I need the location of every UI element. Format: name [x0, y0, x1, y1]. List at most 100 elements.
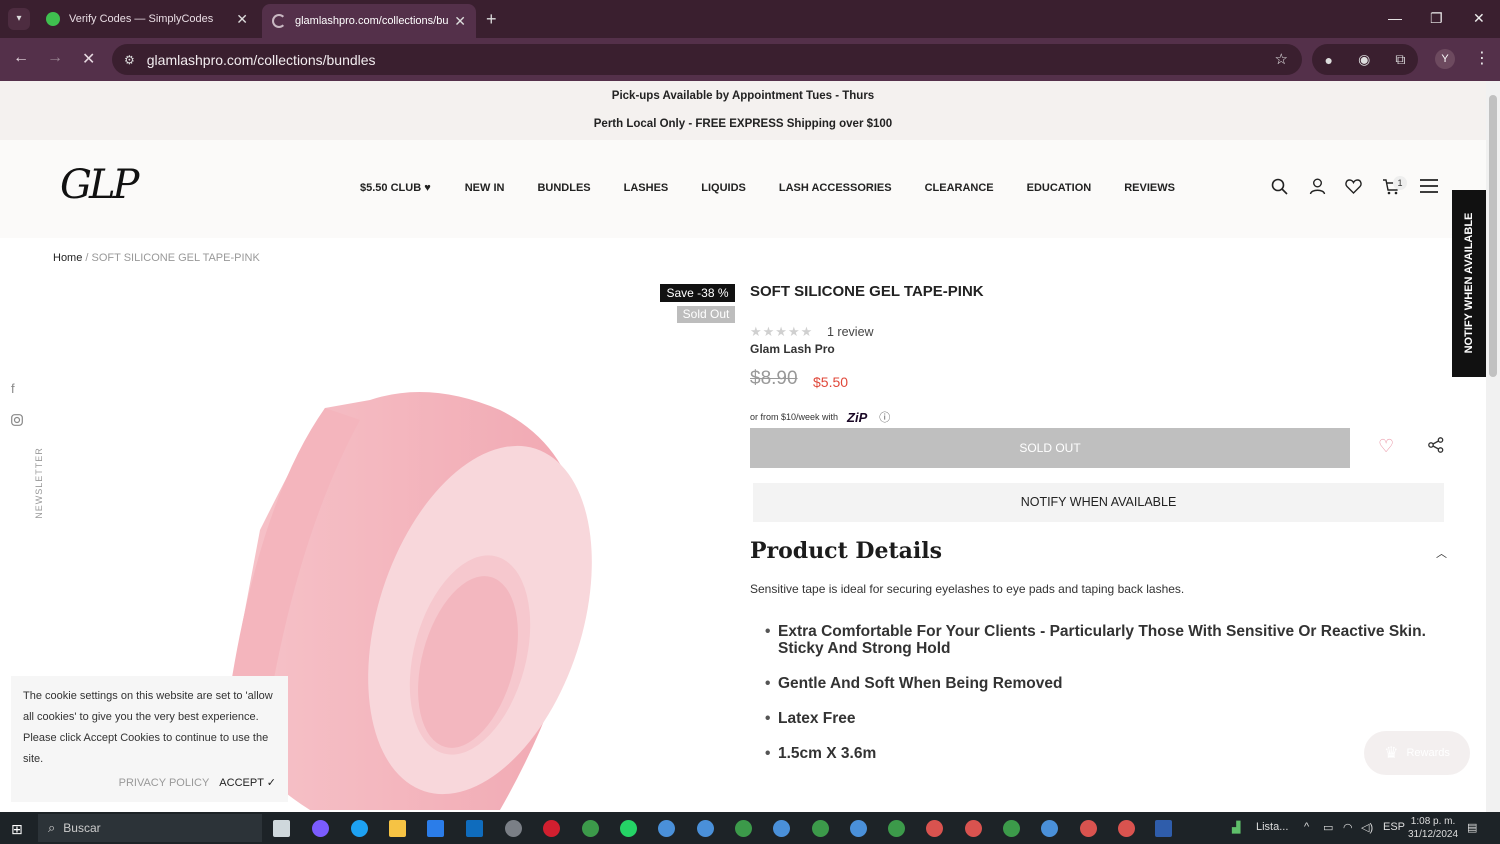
- chrome-icon[interactable]: [582, 820, 599, 837]
- chrome-profile-icon[interactable]: [1041, 820, 1058, 837]
- tab-glamlashpro[interactable]: glamlashpro.com/collections/bundles ✕: [262, 4, 476, 38]
- review-count[interactable]: 1 review: [827, 325, 874, 339]
- wishlist-heart-icon[interactable]: [1345, 178, 1362, 200]
- zip-payment-info: or from $10/week with ZiP ⓘ: [750, 409, 890, 425]
- file-explorer-icon[interactable]: [389, 820, 406, 837]
- chrome-profile-icon[interactable]: [735, 820, 752, 837]
- sold-out-badge: Sold Out: [677, 306, 735, 323]
- tab-search-button[interactable]: ▾: [8, 8, 30, 30]
- notify-tab-label: NOTIFY WHEN AVAILABLE: [1463, 212, 1475, 354]
- new-tab-button[interactable]: +: [486, 8, 497, 30]
- chrome-profile-icon[interactable]: [658, 820, 675, 837]
- store-icon[interactable]: [427, 820, 444, 837]
- windows-start-icon[interactable]: ⊞: [11, 821, 23, 838]
- restore-icon[interactable]: ❐: [1430, 10, 1443, 27]
- copilot-icon[interactable]: [312, 820, 329, 837]
- site-logo[interactable]: GLP: [60, 162, 139, 208]
- outlook-icon[interactable]: [466, 820, 483, 837]
- sold-out-button[interactable]: SOLD OUT: [750, 428, 1350, 468]
- close-tab-icon[interactable]: ✕: [236, 11, 248, 28]
- forward-icon[interactable]: →: [47, 49, 63, 67]
- main-nav: $5.50 CLUB ♥ NEW IN BUNDLES LASHES LIQUI…: [360, 182, 1175, 194]
- rating-stars[interactable]: ★★★★★: [750, 324, 813, 340]
- taskbar-search[interactable]: ⌕ Buscar: [38, 814, 262, 842]
- privacy-policy-link[interactable]: PRIVACY POLICY: [119, 773, 210, 794]
- nav-item-bundles[interactable]: BUNDLES: [537, 182, 590, 194]
- clock[interactable]: 1:08 p. m. 31/12/2024: [1408, 815, 1458, 841]
- battery-icon[interactable]: ▭: [1323, 821, 1333, 834]
- hamburger-menu-icon[interactable]: [1420, 178, 1438, 198]
- notify-when-available-tab[interactable]: NOTIFY WHEN AVAILABLE: [1452, 190, 1486, 377]
- language-indicator[interactable]: ESP: [1383, 821, 1405, 833]
- facebook-icon[interactable]: f: [11, 381, 15, 396]
- back-icon[interactable]: ←: [13, 49, 29, 67]
- wifi-icon[interactable]: ◠: [1343, 821, 1353, 834]
- newsletter-link[interactable]: NEWSLETTER: [34, 447, 44, 519]
- simplycodes-favicon-icon: [46, 12, 60, 26]
- chrome-profile-icon[interactable]: [1080, 820, 1097, 837]
- profile-avatar[interactable]: Y: [1435, 49, 1455, 69]
- chrome-profile-icon[interactable]: [697, 820, 714, 837]
- chrome-profile-icon[interactable]: [926, 820, 943, 837]
- address-bar-row: ← → ✕ ⚙ glamlashpro.com/collections/bund…: [0, 38, 1500, 81]
- announcement-line: Pick-ups Available by Appointment Tues -…: [611, 90, 875, 102]
- chrome-profile-icon[interactable]: [850, 820, 867, 837]
- stocks-icon[interactable]: ▟: [1232, 821, 1240, 834]
- scrollbar-thumb[interactable]: [1489, 95, 1497, 377]
- accept-cookies-button[interactable]: ACCEPT ✓: [219, 773, 276, 794]
- stop-loading-icon[interactable]: ✕: [82, 49, 95, 69]
- rewards-button[interactable]: ♛ Rewards: [1364, 731, 1470, 775]
- task-view-icon[interactable]: [273, 820, 290, 837]
- add-to-wishlist-heart-icon[interactable]: ♡: [1378, 436, 1394, 457]
- nav-item-club[interactable]: $5.50 CLUB ♥: [360, 182, 431, 194]
- opera-icon[interactable]: [543, 820, 560, 837]
- nav-item-new-in[interactable]: NEW IN: [465, 182, 505, 194]
- chrome-profile-icon[interactable]: [1118, 820, 1135, 837]
- url-text[interactable]: glamlashpro.com/collections/bundles: [147, 52, 376, 68]
- chrome-profile-icon[interactable]: [888, 820, 905, 837]
- nav-item-reviews[interactable]: REVIEWS: [1124, 182, 1175, 194]
- close-window-icon[interactable]: ✕: [1473, 10, 1485, 27]
- chrome-profile-icon[interactable]: [812, 820, 829, 837]
- stocks-widget-label[interactable]: Lista...: [1256, 821, 1288, 833]
- sale-price: $5.50: [813, 374, 849, 390]
- site-info-icon[interactable]: ⚙: [124, 53, 135, 67]
- account-icon[interactable]: [1309, 178, 1326, 200]
- announcement-line: Perth Local Only - FREE EXPRESS Shipping…: [593, 118, 893, 130]
- omnibox[interactable]: ⚙ glamlashpro.com/collections/bundles ☆: [112, 44, 1302, 75]
- search-icon[interactable]: [1271, 178, 1288, 200]
- nav-item-liquids[interactable]: LIQUIDS: [701, 182, 746, 194]
- share-icon[interactable]: [1428, 437, 1444, 458]
- breadcrumb-home[interactable]: Home: [53, 252, 82, 264]
- nav-item-lashes[interactable]: LASHES: [624, 182, 669, 194]
- notifications-icon[interactable]: ▤: [1467, 821, 1477, 834]
- chrome-profile-icon[interactable]: [773, 820, 790, 837]
- instagram-icon[interactable]: [11, 414, 23, 429]
- nav-item-lash-accessories[interactable]: LASH ACCESSORIES: [779, 182, 892, 194]
- pen-app-icon[interactable]: [1155, 820, 1172, 837]
- close-tab-icon[interactable]: ✕: [454, 13, 466, 30]
- bookmark-star-icon[interactable]: ☆: [1275, 50, 1288, 68]
- browser-menu-icon[interactable]: ⋮: [1474, 48, 1490, 68]
- app-icon[interactable]: [505, 820, 522, 837]
- puzzle-icon[interactable]: ⧉: [1395, 51, 1405, 68]
- volume-icon[interactable]: ◁): [1361, 821, 1373, 834]
- edge-icon[interactable]: [351, 820, 368, 837]
- chrome-profile-icon[interactable]: [1003, 820, 1020, 837]
- whatsapp-icon[interactable]: [620, 820, 637, 837]
- chevron-up-icon[interactable]: ^: [1304, 821, 1309, 833]
- product-description: Sensitive tape is ideal for securing eye…: [750, 582, 1185, 596]
- minimize-icon[interactable]: —: [1388, 10, 1402, 26]
- crown-icon: ♛: [1384, 745, 1399, 762]
- notify-when-available-button[interactable]: NOTIFY WHEN AVAILABLE: [753, 483, 1444, 522]
- nav-item-clearance[interactable]: CLEARANCE: [925, 182, 994, 194]
- extension-icon[interactable]: ●: [1325, 52, 1333, 68]
- product-details-heading[interactable]: Product Details: [750, 538, 942, 564]
- tab-simplycodes[interactable]: Verify Codes — SimplyCodes ✕: [36, 4, 258, 34]
- nav-item-education[interactable]: EDUCATION: [1027, 182, 1092, 194]
- page-scrollbar[interactable]: [1486, 81, 1500, 812]
- chrome-profile-icon[interactable]: [965, 820, 982, 837]
- chevron-up-icon[interactable]: ︿: [1436, 545, 1447, 561]
- extension-icon[interactable]: ◉: [1358, 51, 1370, 68]
- info-icon[interactable]: ⓘ: [879, 409, 890, 425]
